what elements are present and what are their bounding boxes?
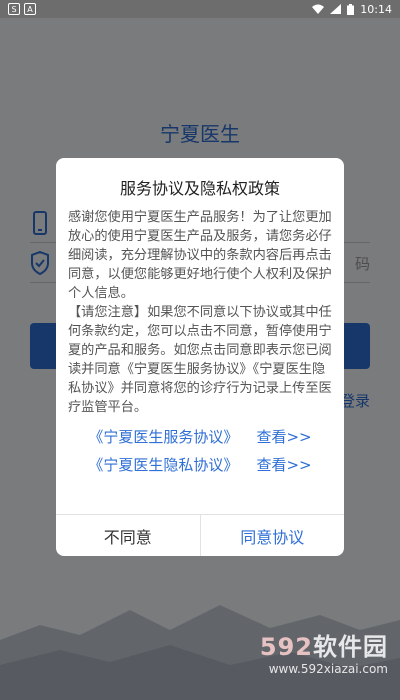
privacy-agreement-row: 《宁夏医生隐私协议》 查看>> bbox=[56, 453, 344, 475]
decline-button[interactable]: 不同意 bbox=[56, 515, 201, 556]
dialog-footer: 不同意 同意协议 bbox=[56, 514, 344, 556]
dialog-title: 服务协议及隐私权政策 bbox=[119, 179, 280, 198]
watermark-url: www.592xiazai.com bbox=[268, 662, 388, 676]
dialog-body: 感谢您使用宁夏医生产品服务！为了让您更加放心的使用宁夏医生产品及服务，请您务必仔… bbox=[56, 200, 344, 417]
service-agreement-view-link[interactable]: 查看>> bbox=[256, 426, 311, 447]
status-bar: S A 10:14 bbox=[0, 0, 400, 18]
service-agreement-row: 《宁夏医生服务协议》 查看>> bbox=[56, 425, 344, 447]
battery-icon bbox=[347, 3, 355, 15]
privacy-agreement-view-link[interactable]: 查看>> bbox=[256, 454, 311, 475]
privacy-agreement-link[interactable]: 《宁夏医生隐私协议》 bbox=[88, 454, 238, 475]
privacy-dialog: 服务协议及隐私权政策 感谢您使用宁夏医生产品服务！为了让您更加放心的使用宁夏医生… bbox=[56, 158, 344, 556]
signal-icon bbox=[330, 4, 342, 14]
dialog-paragraph-intro: 感谢您使用宁夏医生产品服务！为了让您更加放心的使用宁夏医生产品及服务，请您务必仔… bbox=[68, 210, 332, 301]
status-time: 10:14 bbox=[360, 2, 392, 16]
notification-a-icon: A bbox=[24, 3, 36, 15]
accept-button[interactable]: 同意协议 bbox=[201, 515, 345, 556]
dialog-paragraph-notice: 【请您注意】如果您不同意以下协议或其中任何条款约定，您可以点击不同意，暂停使用宁… bbox=[68, 305, 332, 415]
notification-s-icon: S bbox=[8, 3, 20, 15]
wifi-icon bbox=[312, 4, 325, 14]
site-watermark: 592软件园 www.592xiazai.com bbox=[260, 627, 388, 676]
watermark-logo: 592软件园 bbox=[259, 633, 388, 661]
service-agreement-link[interactable]: 《宁夏医生服务协议》 bbox=[88, 426, 238, 447]
